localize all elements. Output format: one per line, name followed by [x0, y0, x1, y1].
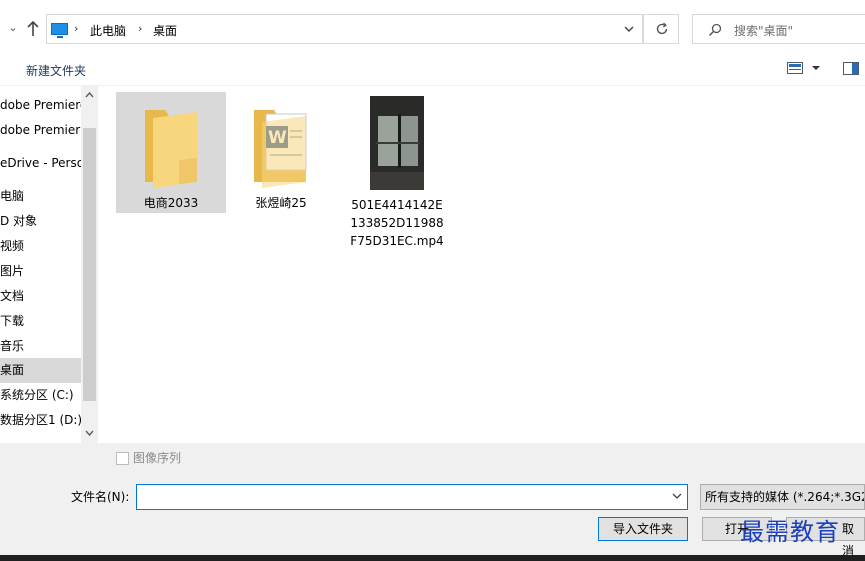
file-item-video[interactable]: 501E4414142E133852D11988F75D31EC.mp4	[342, 92, 452, 252]
sidebar-item-pictures[interactable]: 图片	[0, 259, 81, 284]
file-type-filter[interactable]: 所有支持的媒体 (*.264;*.3G2	[700, 484, 865, 510]
file-label: 501E4414142E133852D11988F75D31EC.mp4	[350, 198, 444, 248]
scroll-down-icon[interactable]	[84, 428, 95, 438]
sidebar-item-adobe-premiere-1[interactable]: dobe Premiere	[0, 93, 81, 118]
dialog-footer: 图像序列 文件名(N): 所有支持的媒体 (*.264;*.3G2 导入文件夹 …	[0, 443, 865, 558]
video-thumbnail	[370, 96, 424, 190]
search-icon	[708, 23, 722, 37]
import-folder-button[interactable]: 导入文件夹	[598, 517, 688, 541]
sidebar-item-videos[interactable]: 视频	[0, 234, 81, 259]
navigation-pane: dobe Premiere dobe Premier eDrive - Pers…	[0, 86, 81, 443]
sidebar-item-music[interactable]: 音乐	[0, 334, 81, 359]
refresh-button[interactable]	[643, 14, 679, 44]
sidebar-item-drive-c[interactable]: 系统分区 (C:)	[0, 383, 81, 408]
search-placeholder: 搜索"桌面"	[734, 24, 794, 38]
view-dropdown-icon[interactable]	[811, 64, 821, 72]
view-options-icon[interactable]	[787, 62, 803, 74]
breadcrumb-separator-icon: ›	[74, 22, 79, 35]
file-item-folder-1[interactable]: 电商2033	[116, 92, 226, 213]
file-item-folder-2[interactable]: W 张煜崎25	[226, 92, 336, 213]
refresh-icon	[656, 22, 668, 35]
sidebar-item-desktop[interactable]: 桌面	[0, 358, 81, 383]
preview-pane-icon[interactable]	[843, 62, 859, 75]
filename-input[interactable]	[136, 484, 688, 510]
file-label: 张煜崎25	[255, 196, 307, 210]
sidebar-item-adobe-premiere-2[interactable]: dobe Premier	[0, 118, 81, 143]
filename-label: 文件名(N):	[71, 490, 130, 504]
sidebar-item-3d-objects[interactable]: D 对象	[0, 209, 81, 234]
sidebar-item-this-pc[interactable]: 电脑	[0, 184, 81, 209]
new-folder-button[interactable]: 新建文件夹	[26, 62, 86, 79]
this-pc-icon	[51, 23, 68, 38]
recent-locations-chevron-icon[interactable]: ⌄	[6, 20, 20, 36]
navigation-scrollbar[interactable]	[81, 86, 98, 443]
sidebar-item-onedrive[interactable]: eDrive - Perso	[0, 151, 81, 176]
folder-with-word-document-icon: W	[254, 110, 307, 188]
file-label: 电商2033	[143, 196, 199, 210]
sidebar-item-drive-d[interactable]: 数据分区1 (D:)	[0, 408, 81, 433]
image-sequence-checkbox[interactable]	[116, 452, 129, 465]
taskbar	[0, 555, 865, 561]
breadcrumb-this-pc[interactable]: 此电脑	[90, 22, 126, 39]
scrollbar-thumb[interactable]	[83, 128, 96, 401]
search-box[interactable]: 搜索"桌面"	[692, 14, 865, 44]
up-arrow-icon[interactable]	[25, 20, 41, 38]
breadcrumb-desktop[interactable]: 桌面	[153, 22, 177, 39]
file-list: 电商2033 W 张煜崎25 501E4414142E133852D11988F…	[98, 86, 865, 443]
image-sequence-label: 图像序列	[133, 451, 182, 465]
breadcrumb-separator-icon: ›	[138, 22, 143, 35]
folder-icon	[145, 110, 197, 188]
address-bar-region: ⌄ › 此电脑 › 桌面 搜索"桌面"	[0, 0, 865, 56]
watermark: 最需教育	[740, 518, 840, 546]
address-box[interactable]: › 此电脑 › 桌面	[46, 14, 643, 44]
command-bar: 新建文件夹	[0, 56, 865, 86]
chevron-down-icon[interactable]	[672, 492, 682, 500]
chevron-down-icon[interactable]	[622, 21, 636, 37]
sidebar-item-downloads[interactable]: 下载	[0, 309, 81, 334]
sidebar-item-documents[interactable]: 文档	[0, 284, 81, 309]
scroll-up-icon[interactable]	[84, 90, 95, 100]
